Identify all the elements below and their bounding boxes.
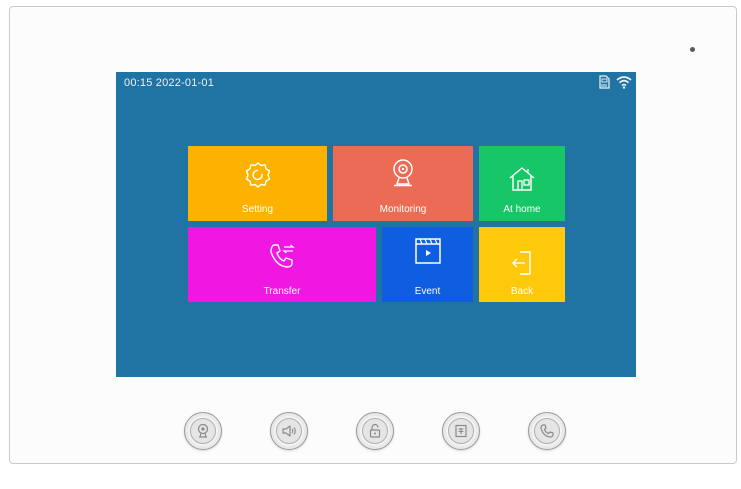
- status-icons: [598, 75, 632, 89]
- tile-transfer[interactable]: Transfer: [188, 227, 376, 302]
- exit-door-icon: [512, 251, 531, 275]
- wifi-icon: [616, 76, 632, 89]
- clapperboard-icon: [414, 238, 441, 264]
- tile-monitoring[interactable]: Monitoring: [333, 146, 473, 221]
- front-camera: [690, 47, 695, 52]
- unlock-icon: [369, 423, 381, 438]
- hw-button-menu[interactable]: [442, 412, 480, 450]
- tile-label: Event: [414, 286, 441, 297]
- tile-label: At home: [503, 204, 541, 215]
- tile-label: Setting: [241, 204, 274, 215]
- tile-back[interactable]: Back: [479, 227, 565, 302]
- hw-button-call[interactable]: [528, 412, 566, 450]
- hw-button-talk[interactable]: [270, 412, 308, 450]
- hw-button-unlock[interactable]: [356, 412, 394, 450]
- sd-card-icon: [599, 75, 610, 89]
- status-bar: 00:15 2022-01-01: [116, 72, 636, 94]
- tile-label: Back: [510, 286, 534, 297]
- tile-label: Transfer: [263, 286, 301, 297]
- phone-transfer-icon: [270, 244, 295, 268]
- webcam-icon: [197, 423, 209, 438]
- hw-button-monitor[interactable]: [184, 412, 222, 450]
- speaker-icon: [282, 425, 296, 437]
- tile-at-home[interactable]: At home: [479, 146, 565, 221]
- tile-event[interactable]: Event: [382, 227, 473, 302]
- datetime-label: 00:15 2022-01-01: [124, 77, 215, 89]
- tile-setting[interactable]: Setting: [188, 146, 327, 221]
- webcam-icon: [393, 159, 413, 187]
- tile-label: Monitoring: [379, 204, 427, 215]
- gear-icon: [245, 162, 270, 188]
- display-screen: 00:15 2022-01-01 Setting Monitoring At h…: [116, 72, 636, 377]
- house-icon: [509, 167, 535, 191]
- menu-icon: [455, 424, 467, 438]
- phone-icon: [540, 424, 554, 438]
